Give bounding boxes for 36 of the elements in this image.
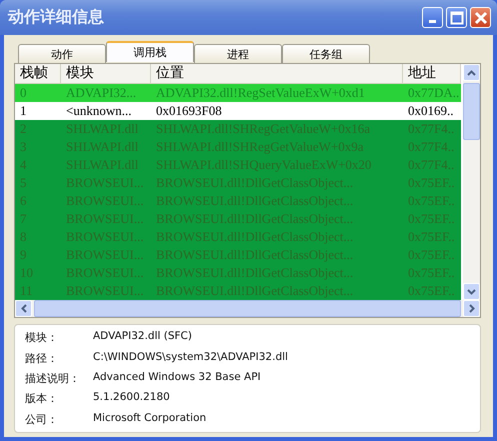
close-button[interactable] — [470, 7, 491, 28]
column-header[interactable]: 模块 — [61, 64, 151, 84]
field-value: C:\WINDOWS\system32\ADVAPI32.dll — [93, 350, 289, 365]
table-row[interactable]: 0 ADVAPI32... ADVAPI32.dll!RegSetValueExW+0xd1 0x77DA.. — [15, 84, 463, 102]
scroll-up-icon[interactable] — [463, 64, 480, 81]
tab[interactable]: 动作 — [18, 44, 106, 63]
field-value: Advanced Windows 32 Base API — [93, 370, 262, 385]
field-label: 路径： — [25, 350, 59, 366]
scroll-right-icon[interactable] — [463, 300, 480, 317]
minimize-button[interactable] — [422, 7, 443, 28]
column-header[interactable]: 地址 — [403, 64, 461, 84]
table-cell: 0 — [15, 84, 61, 102]
tab[interactable]: 任务组 — [282, 44, 370, 63]
field-label: 版本： — [25, 391, 59, 406]
field-value: Microsoft Corporation — [93, 412, 208, 426]
scroll-down-icon[interactable] — [463, 283, 480, 300]
vertical-scrollbar[interactable] — [463, 64, 480, 300]
table-cell: ADVAPI32... — [61, 84, 151, 102]
window-title: 动作详细信息 — [8, 7, 104, 28]
tab[interactable]: 调用栈 — [106, 41, 194, 62]
table-cell: ADVAPI32.dll!RegSetValueExW+0xd1 — [151, 84, 403, 102]
scroll-left-icon[interactable] — [15, 300, 32, 317]
field-label: 描述说明： — [25, 370, 81, 386]
field-label: 模块： — [25, 330, 59, 346]
field-value: 5.1.2600.2180 — [93, 391, 171, 406]
table-row[interactable]: 1 <unknown... 0x01693F08 0x0169.. — [15, 102, 463, 120]
maximize-icon[interactable] — [450, 10, 464, 24]
scroll-thumb[interactable] — [463, 83, 480, 140]
column-header[interactable]: 栈帧 — [15, 64, 61, 84]
table-cell: 0x77DA.. — [403, 84, 461, 102]
field-value: ADVAPI32.dll (SFC) — [93, 330, 193, 344]
close-icon[interactable] — [474, 10, 488, 24]
maximize-button[interactable] — [446, 7, 467, 28]
column-header[interactable]: 位置 — [151, 64, 403, 84]
tab[interactable]: 进程 — [194, 44, 282, 63]
field-label: 公司： — [25, 412, 59, 427]
